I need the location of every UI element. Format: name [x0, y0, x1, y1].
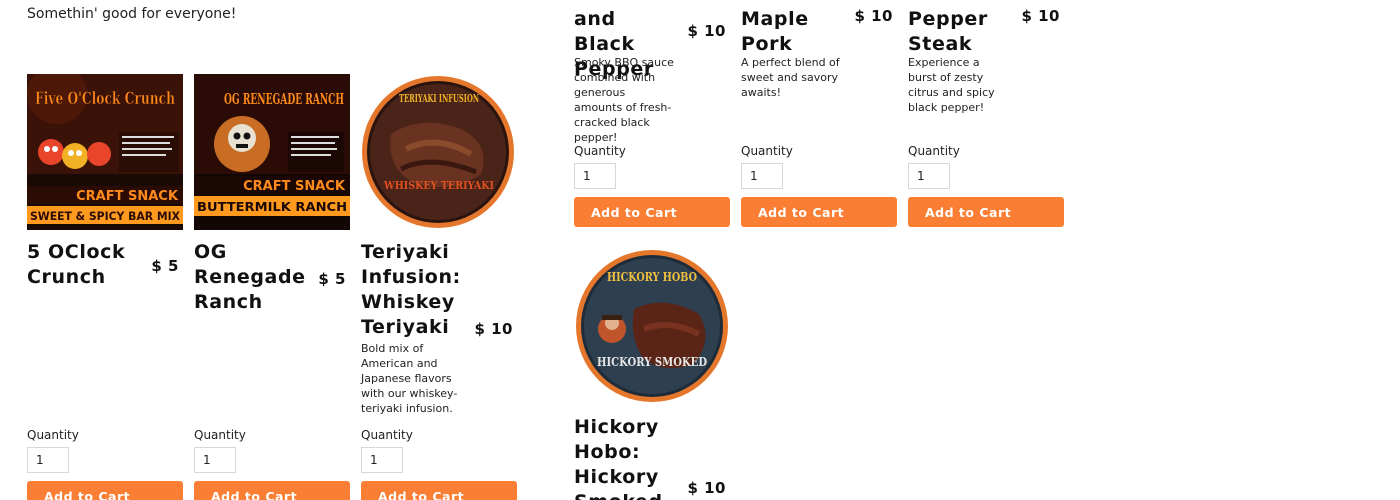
product-card-bbq-black-pepper: and Black Pepper $ 10 Smoky BBQ sauce co… — [574, 0, 730, 230]
product-title[interactable]: Maple Pork — [741, 7, 831, 57]
product-image[interactable]: OG RENEGADE RANCH CRAFT SNACK BUTTERMILK… — [194, 74, 350, 230]
package-title-text: OG RENEGADE RANCH — [224, 90, 344, 108]
product-card-pepper-steak: Pepper Steak $ 10 Experience a burst of … — [908, 0, 1064, 230]
og-renegade-ranch-package-image: OG RENEGADE RANCH CRAFT SNACK BUTTERMILK… — [194, 74, 350, 230]
product-title-cutoff — [741, 0, 811, 2]
product-description: Experience a burst of zesty citrus and s… — [908, 56, 995, 114]
product-title[interactable]: 5 OClock Crunch — [27, 240, 139, 290]
label-title-text: HICKORY HOBO — [607, 270, 697, 284]
product-price: $ 5 — [151, 257, 179, 275]
product-image[interactable]: TERIYAKI INFUSION WHISKEY TERIYAKI — [361, 74, 517, 230]
quantity-input[interactable] — [361, 447, 403, 473]
add-to-cart-button[interactable]: Add to Cart — [27, 481, 183, 500]
quantity-label: Quantity — [574, 144, 626, 158]
label-title-text: TERIYAKI INFUSION — [399, 92, 479, 105]
product-price: $ 10 — [854, 7, 893, 25]
add-to-cart-button[interactable]: Add to Cart — [741, 197, 897, 227]
add-to-cart-button[interactable]: Add to Cart — [194, 481, 350, 500]
catalog-tagline: Somethin' good for everyone! — [27, 6, 237, 22]
package-title-text: Five O'Clock Crunch — [35, 89, 175, 109]
quantity-label: Quantity — [361, 428, 413, 442]
add-to-cart-button[interactable]: Add to Cart — [574, 197, 730, 227]
quantity-input[interactable] — [27, 447, 69, 473]
product-price: $ 5 — [318, 270, 346, 288]
product-price: $ 10 — [1021, 7, 1060, 25]
product-title[interactable]: Pepper Steak — [908, 7, 998, 57]
quantity-label: Quantity — [908, 144, 960, 158]
quantity-input[interactable] — [194, 447, 236, 473]
package-banner-text: CRAFT SNACK — [243, 179, 346, 194]
product-description: Bold mix of American and Japanese flavor… — [361, 342, 458, 415]
product-price: $ 10 — [687, 479, 726, 497]
label-flavor-text: WHISKEY TERIYAKI — [383, 179, 494, 192]
product-image[interactable]: Five O'Clock Crunch CRAFT SNACK SWEET & … — [27, 74, 183, 230]
quantity-input[interactable] — [574, 163, 616, 189]
package-banner-text: CRAFT SNACK — [76, 189, 179, 204]
product-price: $ 10 — [687, 22, 726, 40]
teriyaki-infusion-label-image: TERIYAKI INFUSION WHISKEY TERIYAKI — [361, 74, 517, 230]
product-card-hickory-hobo: HICKORY HOBO HICKORY SMOKED Hickory Hobo… — [574, 249, 730, 500]
product-card-teriyaki-infusion: TERIYAKI INFUSION WHISKEY TERIYAKI Teriy… — [361, 74, 517, 500]
product-title[interactable]: Hickory Hobo: Hickory Smoked — [574, 415, 686, 500]
quantity-input[interactable] — [741, 163, 783, 189]
product-card-5-oclock-crunch: Five O'Clock Crunch CRAFT SNACK SWEET & … — [27, 74, 183, 500]
package-flavor-text: SWEET & SPICY BAR MIX — [30, 209, 180, 223]
hickory-hobo-label-image: HICKORY HOBO HICKORY SMOKED — [574, 249, 730, 405]
product-image[interactable]: HICKORY HOBO HICKORY SMOKED — [574, 249, 730, 405]
product-title[interactable]: Teriyaki Infusion: Whiskey Teriyaki — [361, 240, 473, 340]
product-title[interactable]: OG Renegade Ranch — [194, 240, 306, 315]
package-flavor-text: BUTTERMILK RANCH — [197, 200, 347, 214]
quantity-label: Quantity — [741, 144, 793, 158]
product-catalog-page: Somethin' good for everyone! and Black P… — [0, 0, 1400, 500]
product-card-maple-pork: Maple Pork $ 10 A perfect blend of sweet… — [741, 0, 897, 230]
add-to-cart-button[interactable]: Add to Cart — [908, 197, 1064, 227]
label-flavor-text: HICKORY SMOKED — [597, 355, 707, 369]
product-card-og-renegade-ranch: OG RENEGADE RANCH CRAFT SNACK BUTTERMILK… — [194, 74, 350, 500]
product-price: $ 10 — [474, 320, 513, 338]
five-oclock-crunch-package-image: Five O'Clock Crunch CRAFT SNACK SWEET & … — [27, 74, 183, 230]
quantity-label: Quantity — [27, 428, 79, 442]
product-description: Smoky BBQ sauce combined with generous a… — [574, 56, 674, 144]
add-to-cart-button[interactable]: Add to Cart — [361, 481, 517, 500]
quantity-label: Quantity — [194, 428, 246, 442]
quantity-input[interactable] — [908, 163, 950, 189]
product-description: A perfect blend of sweet and savory awai… — [741, 56, 840, 99]
